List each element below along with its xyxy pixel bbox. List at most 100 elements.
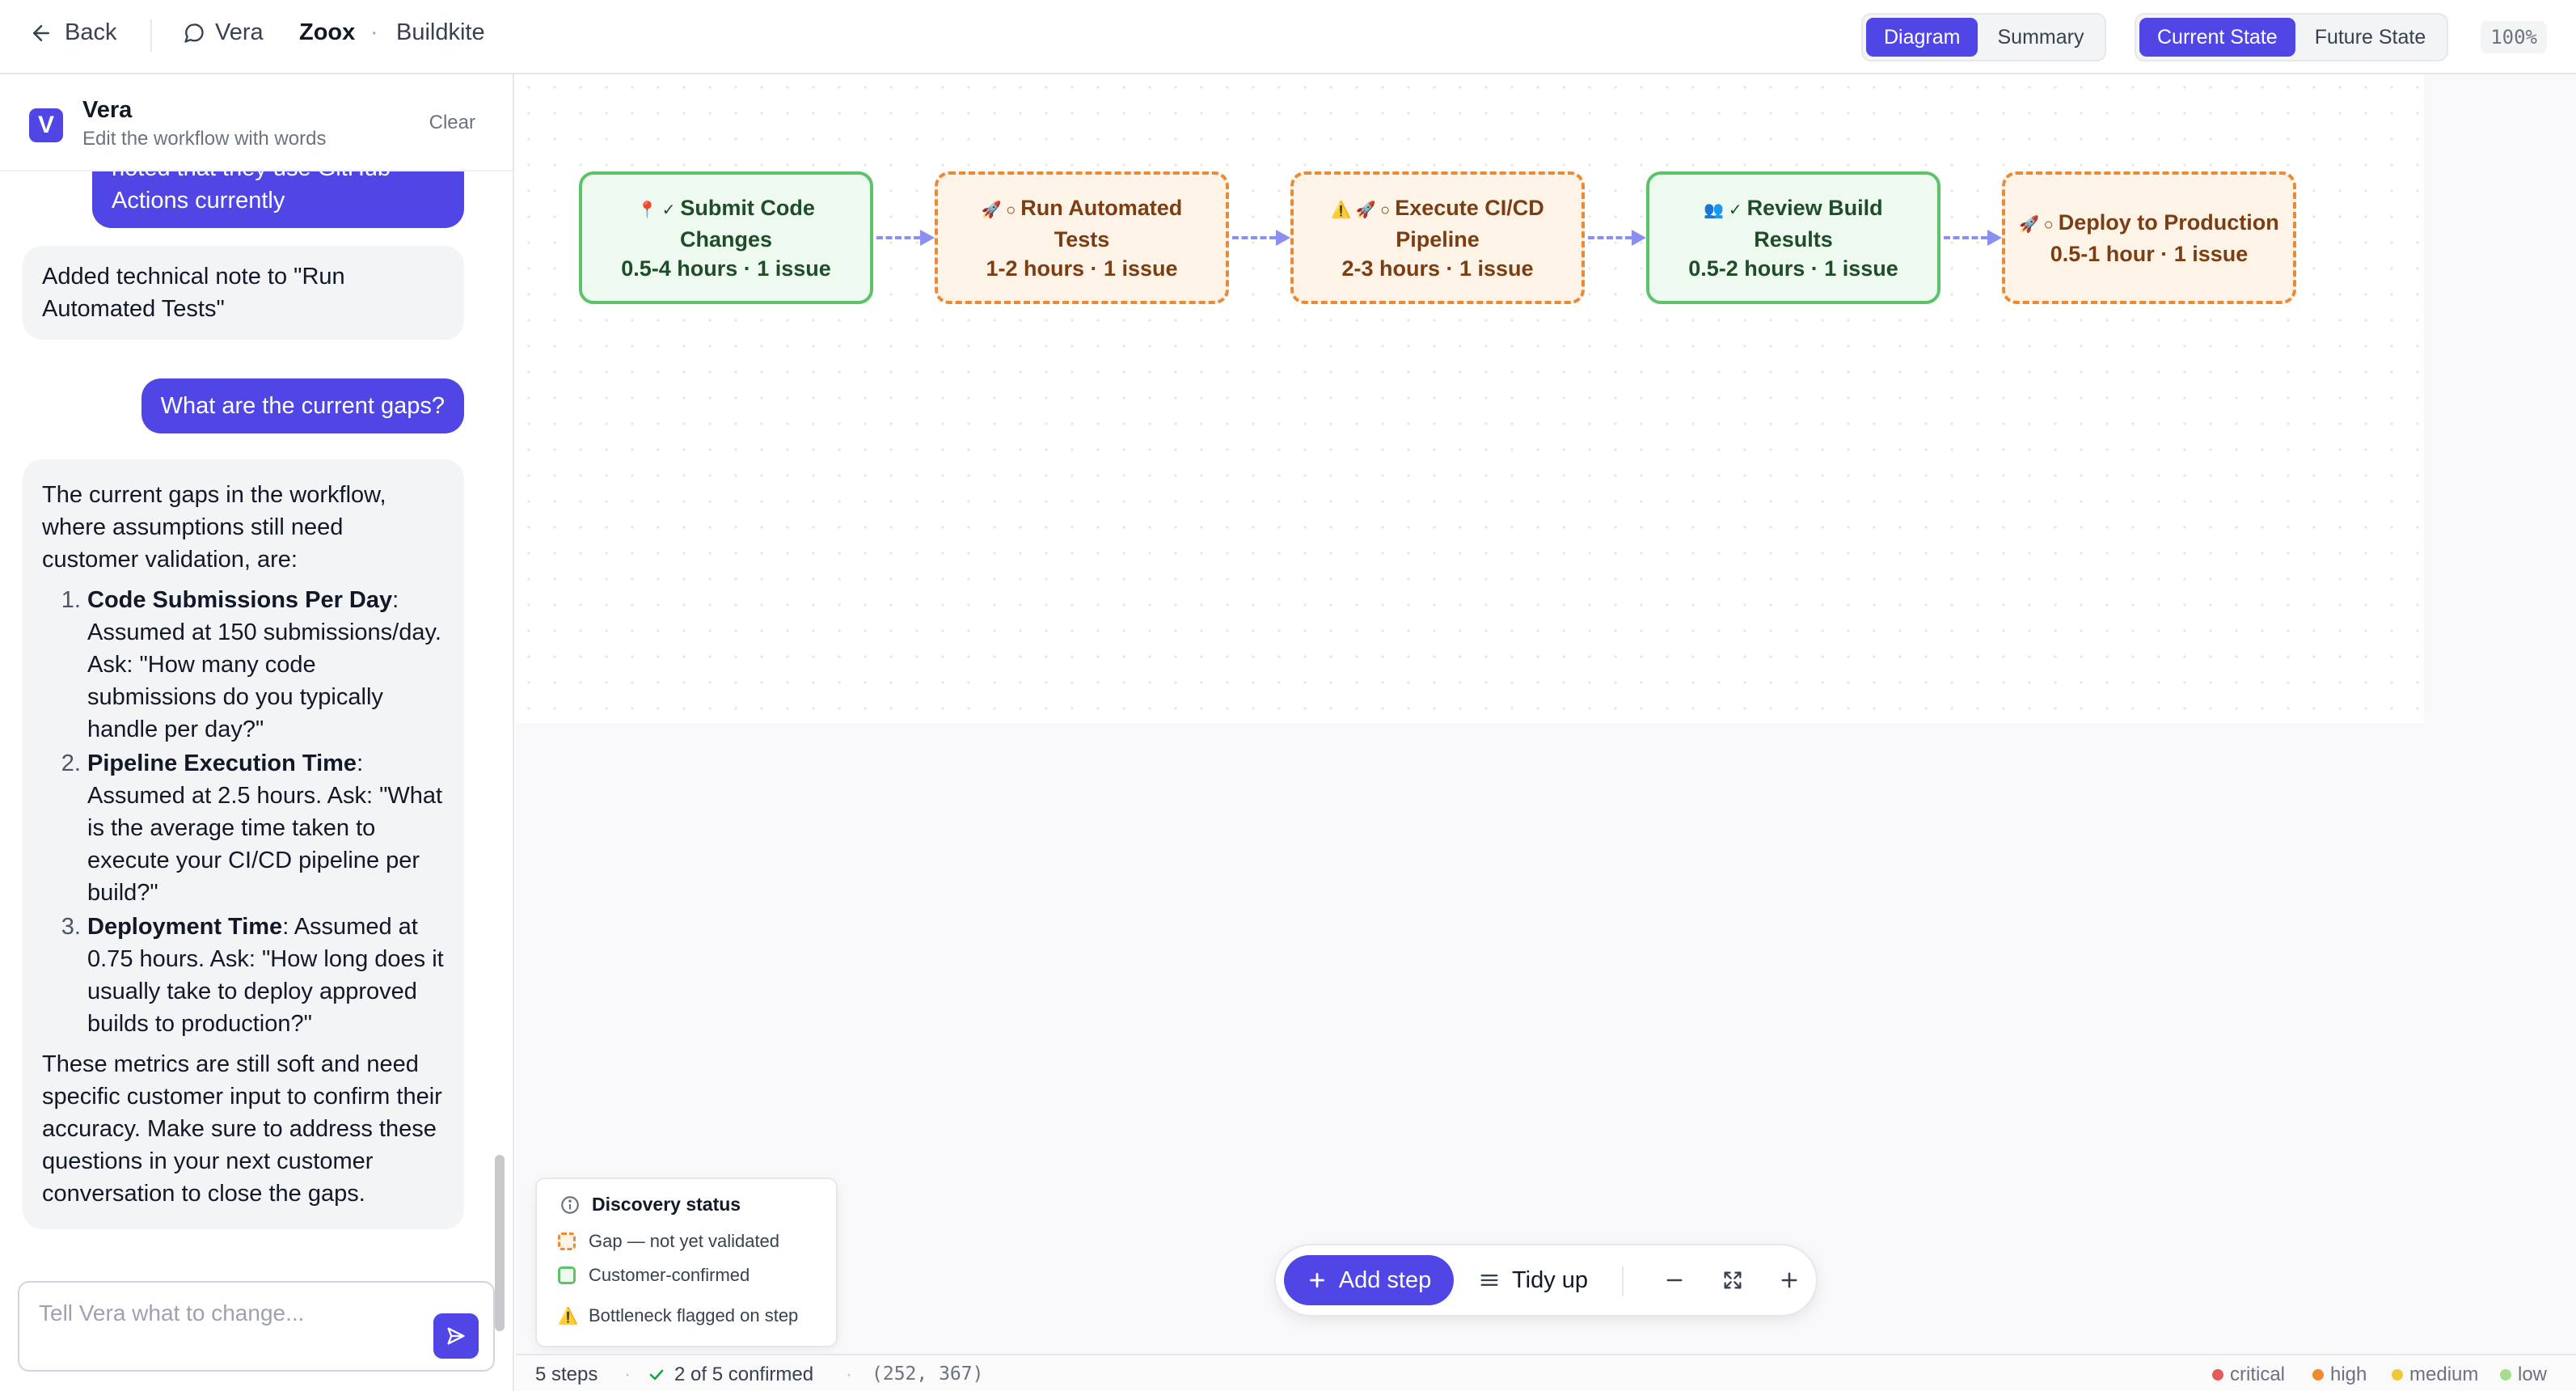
dot-icon xyxy=(2312,1369,2324,1380)
list-item: Deployment Time: Assumed at 0.75 hours. … xyxy=(87,911,445,1040)
connector xyxy=(876,236,920,239)
tab-diagram[interactable]: Diagram xyxy=(1866,18,1978,57)
step-title: Review Build Results xyxy=(1746,195,1883,252)
severity-medium: medium xyxy=(2392,1364,2478,1386)
message-outro: These metrics are still soft and need sp… xyxy=(42,1051,442,1207)
dot-icon xyxy=(2212,1369,2223,1380)
sidebar-subtitle: Edit the workflow with words xyxy=(82,128,327,150)
step-title: Submit Code xyxy=(680,195,815,220)
info-icon xyxy=(561,1195,579,1214)
state-toggle: Current State Future State xyxy=(2135,13,2449,61)
connector xyxy=(1232,236,1276,239)
rocket-icon: 🚀 ○ xyxy=(2019,215,2054,234)
step-meta: 0.5-1 hour · 1 issue xyxy=(2050,241,2249,266)
diagram-canvas[interactable]: 📍 ✓ Submit Code Changes 0.5-4 hours · 1 i… xyxy=(516,74,2576,1354)
arrow-right-icon xyxy=(1276,230,1290,246)
breadcrumb-separator: · xyxy=(370,19,378,45)
list-icon xyxy=(1480,1275,1498,1286)
step-title: Run Automated Tests xyxy=(1020,195,1183,252)
step-run-automated-tests[interactable]: 🚀 ○ Run Automated Tests 1-2 hours · 1 iss… xyxy=(935,171,1229,304)
breadcrumb-agent-label: Vera xyxy=(215,19,264,45)
step-meta: 0.5-4 hours · 1 issue xyxy=(621,256,831,281)
pin-icon: 📍 ✓ xyxy=(637,201,676,219)
breadcrumb-org[interactable]: Zoox xyxy=(299,19,355,46)
arrow-left-icon xyxy=(33,24,49,41)
rocket-icon: 🚀 ○ xyxy=(981,201,1016,219)
back-button[interactable]: Back xyxy=(29,19,116,46)
severity-critical: critical xyxy=(2212,1364,2285,1386)
cursor-coordinates: (252, 367) xyxy=(872,1364,984,1385)
assistant-message: Added technical note to "Run Automated T… xyxy=(23,246,464,340)
legend-item-bottleneck: ⚠️ Bottleneck flagged on step xyxy=(558,1305,799,1325)
check-icon xyxy=(649,1369,664,1380)
tab-summary[interactable]: Summary xyxy=(1979,18,2101,57)
vera-logo: V xyxy=(29,108,63,142)
step-review-build-results[interactable]: 👥 ✓ Review Build Results 0.5-2 hours · 1 … xyxy=(1646,171,1940,304)
legend-title: Discovery status xyxy=(592,1194,741,1215)
zoom-out-button[interactable] xyxy=(1653,1258,1696,1302)
severity-low: low xyxy=(2500,1364,2547,1386)
step-execute-ci-cd-pipeline[interactable]: ⚠️ 🚀 ○ Execute CI/CD Pipeline 2-3 hours ·… xyxy=(1290,171,1585,304)
step-count: 5 steps xyxy=(535,1364,598,1385)
connector xyxy=(1944,236,1987,239)
list-item: Pipeline Execution Time: Assumed at 2.5 … xyxy=(87,747,445,909)
chat-sidebar: V Vera Edit the workflow with words Clea… xyxy=(0,74,514,1391)
warning-icon: ⚠️ xyxy=(558,1307,578,1325)
dashed-box-icon xyxy=(558,1232,576,1250)
connector xyxy=(1588,236,1632,239)
arrow-right-icon xyxy=(1987,230,2002,246)
step-submit-code-changes[interactable]: 📍 ✓ Submit Code Changes 0.5-4 hours · 1 i… xyxy=(579,171,873,304)
minus-icon xyxy=(1666,1279,1683,1282)
dot-icon xyxy=(2392,1369,2403,1380)
add-step-button[interactable]: Add step xyxy=(1284,1255,1454,1305)
people-icon: 👥 ✓ xyxy=(1704,201,1742,219)
status-bar: 5 steps · 2 of 5 confirmed · (252, 367) … xyxy=(516,1354,2576,1391)
message-composer xyxy=(18,1281,495,1372)
user-message: What are the current gaps? xyxy=(141,378,464,433)
severity-high: high xyxy=(2312,1364,2367,1386)
chat-scrollbar[interactable] xyxy=(495,1155,505,1331)
plus-icon xyxy=(1781,1272,1797,1288)
send-icon xyxy=(447,1327,465,1345)
plus-icon xyxy=(1309,1273,1324,1287)
step-title: Changes xyxy=(679,226,773,252)
arrow-right-icon xyxy=(1632,230,1646,246)
diagram-board[interactable]: 📍 ✓ Submit Code Changes 0.5-4 hours · 1 i… xyxy=(516,74,2424,723)
solid-box-icon xyxy=(558,1266,576,1284)
zoom-in-button[interactable] xyxy=(1767,1258,1811,1302)
step-meta: 0.5-2 hours · 1 issue xyxy=(1688,256,1898,281)
breadcrumb-agent[interactable]: Vera xyxy=(183,19,264,46)
send-button[interactable] xyxy=(433,1313,479,1359)
discovery-legend: Discovery status Gap — not yet validated… xyxy=(535,1177,838,1347)
legend-item-gap: Gap — not yet validated xyxy=(558,1231,779,1252)
message-intro: The current gaps in the workflow, where … xyxy=(42,482,386,573)
step-meta: 2-3 hours · 1 issue xyxy=(1341,256,1534,281)
step-deploy-to-production[interactable]: 🚀 ○ Deploy to Production 0.5-1 hour · 1 i… xyxy=(2002,171,2296,304)
message-input[interactable] xyxy=(39,1297,419,1330)
step-title: Execute CI/CD xyxy=(1395,195,1544,220)
breadcrumb-project[interactable]: Buildkite xyxy=(396,19,485,46)
dot-icon xyxy=(2500,1369,2511,1380)
divider xyxy=(150,19,152,52)
tab-future-state[interactable]: Future State xyxy=(2297,18,2444,57)
step-title: Pipeline xyxy=(1396,226,1480,252)
list-item: Code Submissions Per Day: Assumed at 150… xyxy=(87,584,445,746)
canvas-toolbar: Add step Tidy up xyxy=(1274,1244,1818,1317)
sidebar-title: Vera xyxy=(82,97,133,123)
view-toggle: Diagram Summary xyxy=(1861,13,2107,61)
top-bar: Back Vera Zoox · Buildkite Diagram Summa… xyxy=(0,0,2576,74)
user-message: noted that they use GitHub Actions curre… xyxy=(92,171,464,228)
tidy-up-button[interactable]: Tidy up xyxy=(1478,1255,1588,1305)
warning-icon: ⚠️ 🚀 ○ xyxy=(1331,201,1391,219)
divider xyxy=(1622,1266,1624,1296)
gap-list: Code Submissions Per Day: Assumed at 150… xyxy=(42,584,445,1040)
chat-history[interactable]: noted that they use GitHub Actions curre… xyxy=(0,171,490,1255)
arrow-right-icon xyxy=(920,230,935,246)
legend-item-confirmed: Customer-confirmed xyxy=(558,1265,750,1286)
chat-bubble-icon xyxy=(184,23,204,43)
assistant-message: The current gaps in the workflow, where … xyxy=(23,459,464,1229)
tab-current-state[interactable]: Current State xyxy=(2139,18,2295,57)
zoom-level[interactable]: 100% xyxy=(2481,21,2547,53)
clear-button[interactable]: Clear xyxy=(429,112,475,134)
fit-view-button[interactable] xyxy=(1711,1258,1755,1302)
